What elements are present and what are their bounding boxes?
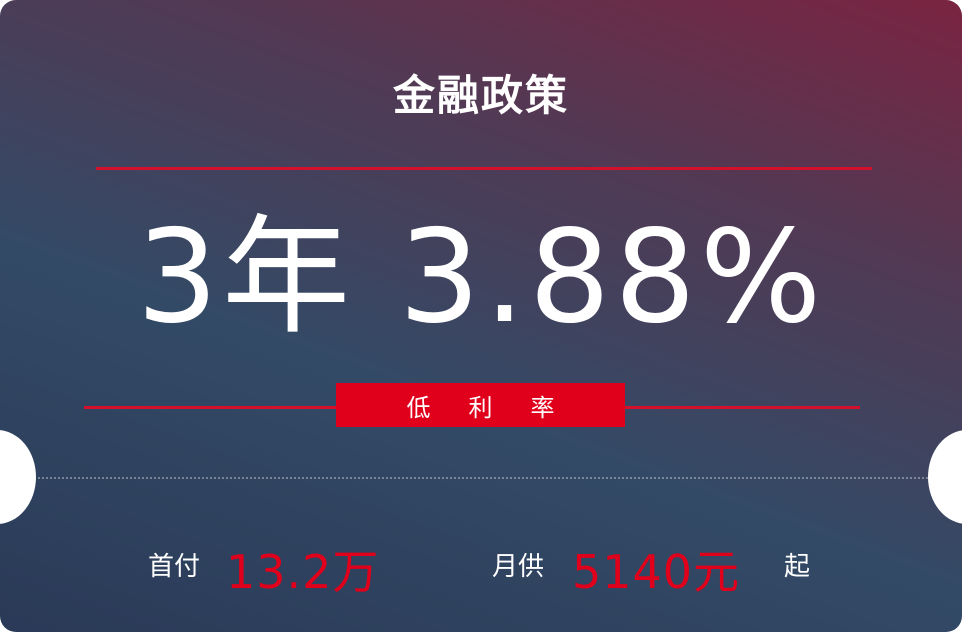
low-rate-badge: 低利率 <box>336 383 625 427</box>
card-title: 金融政策 <box>392 71 569 120</box>
monthly-payment-suffix: 起 <box>784 552 811 582</box>
divider-left <box>84 406 338 409</box>
perforation-line <box>30 477 932 479</box>
divider-top <box>96 167 872 170</box>
divider-right <box>624 406 860 409</box>
down-payment-label: 首付 <box>148 552 201 582</box>
finance-policy-card: 金融政策 3年 3.88% 低利率 首付 13.2万 月供 5140元 起 <box>0 0 962 632</box>
rate-headline: 3年 3.88% <box>136 203 826 352</box>
monthly-payment-value: 5140元 <box>572 545 741 599</box>
payment-summary: 首付 13.2万 月供 5140元 起 <box>0 536 962 599</box>
down-payment-value: 13.2万 <box>226 545 380 599</box>
monthly-payment-label: 月供 <box>492 552 545 582</box>
